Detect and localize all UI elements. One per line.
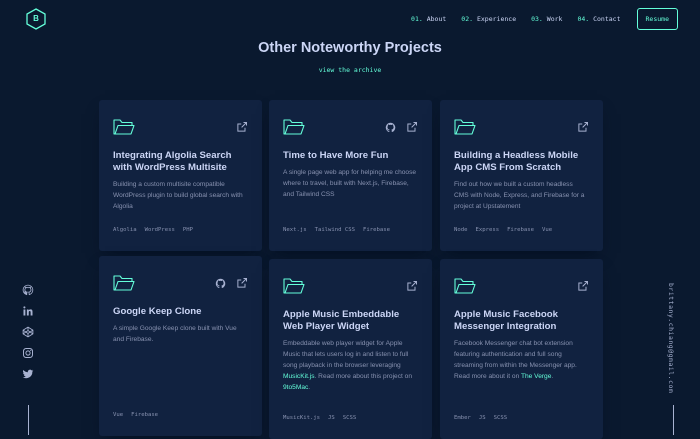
nav-contact[interactable]: 04. Contact — [577, 15, 620, 23]
tech-list: Node Express Firebase Vue — [454, 227, 552, 233]
tech-list: Algolia WordPress PHP — [113, 227, 193, 233]
external-link-icon[interactable] — [577, 121, 589, 133]
project-title[interactable]: Time to Have More Fun — [283, 150, 418, 162]
desc-text: Building a custom multisite compatible W… — [113, 181, 243, 210]
project-description: Facebook Messenger chat bot extension fe… — [454, 338, 589, 382]
project-card[interactable]: Apple Music Embeddable Web Player Widget… — [269, 259, 432, 439]
desc-text: A single page web app for helping me cho… — [283, 169, 417, 198]
left-vertical-line — [28, 405, 29, 435]
tech-tag: Algolia — [113, 227, 137, 233]
tech-tag: JS — [478, 415, 486, 421]
external-link-icon[interactable] — [577, 280, 589, 292]
email-link[interactable]: brittany.chiang@gmail.com — [667, 283, 675, 393]
tech-tag: Next.js — [283, 227, 307, 233]
tech-tag: Vue — [542, 227, 553, 233]
project-title[interactable]: Apple Music Embeddable Web Player Widget — [283, 309, 418, 333]
project-title[interactable]: Google Keep Clone — [113, 306, 248, 318]
project-description: A simple Google Keep clone built with Vu… — [113, 323, 248, 345]
project-card[interactable]: Google Keep Clone A simple Google Keep c… — [99, 256, 262, 436]
tech-tag: SCSS — [342, 415, 357, 421]
desc-text: A simple Google Keep clone built with Vu… — [113, 325, 237, 343]
inline-link[interactable]: MusicKit.js — [283, 373, 315, 380]
desc-text: Embeddable web player widget for Apple M… — [283, 340, 409, 369]
inline-link[interactable]: 9to5Mac — [283, 384, 308, 391]
external-link-icon[interactable] — [406, 280, 418, 292]
desc-text: Find out how we built a custom headless … — [454, 181, 585, 210]
logo-letter: B — [33, 14, 39, 23]
section-title: Other Noteworthy Projects — [258, 40, 442, 56]
tech-tag: Firebase — [131, 412, 159, 418]
project-card[interactable]: Integrating Algolia Search with WordPres… — [99, 100, 262, 251]
tech-tag: Tailwind CSS — [314, 227, 355, 233]
external-link-icon[interactable] — [236, 277, 248, 289]
tech-list: Next.js Tailwind CSS Firebase — [283, 227, 390, 233]
instagram-icon[interactable] — [22, 347, 34, 359]
desc-text: . Read more about this project on — [314, 373, 413, 380]
resume-button[interactable]: Resume — [636, 8, 678, 30]
tech-list: Vue Firebase — [113, 412, 158, 418]
twitter-icon[interactable] — [22, 368, 34, 380]
folder-icon — [283, 278, 305, 294]
project-description: Find out how we built a custom headless … — [454, 179, 589, 212]
logo-button[interactable]: B — [26, 8, 46, 30]
tech-tag: Node — [454, 227, 468, 233]
tech-tag: MusicKit.js — [283, 415, 321, 421]
project-description: Embeddable web player widget for Apple M… — [283, 338, 418, 393]
tech-tag: JS — [328, 415, 335, 421]
linkedin-icon[interactable] — [22, 305, 34, 317]
right-vertical-line — [673, 405, 674, 435]
tech-tag: Ember — [454, 415, 471, 421]
tech-list: Ember JS SCSS — [454, 415, 507, 421]
tech-tag: PHP — [182, 227, 193, 233]
folder-icon — [113, 275, 135, 291]
tech-tag: SCSS — [493, 415, 508, 421]
project-description: A single page web app for helping me cho… — [283, 167, 418, 200]
tech-list: MusicKit.js JS SCSS — [283, 415, 356, 421]
desc-text: . — [308, 384, 311, 391]
project-card[interactable]: Apple Music Facebook Messenger Integrati… — [440, 259, 603, 439]
external-link-icon[interactable] — [406, 121, 418, 133]
project-card[interactable]: Time to Have More Fun A single page web … — [269, 100, 432, 251]
project-title[interactable]: Apple Music Facebook Messenger Integrati… — [454, 309, 589, 333]
nav-about[interactable]: 01. About — [411, 15, 446, 23]
desc-text: . — [551, 373, 554, 380]
project-title[interactable]: Integrating Algolia Search with WordPres… — [113, 150, 248, 174]
desc-text: Facebook Messenger chat bot extension fe… — [454, 340, 577, 380]
social-links — [22, 284, 34, 380]
project-title[interactable]: Building a Headless Mobile App CMS From … — [454, 150, 589, 174]
inline-link[interactable]: The Verge — [521, 373, 551, 380]
tech-tag: Vue — [113, 412, 124, 418]
tech-tag: Firebase — [363, 227, 390, 233]
folder-icon — [454, 119, 476, 135]
folder-icon — [113, 119, 135, 135]
tech-tag: WordPress — [144, 227, 175, 233]
tech-tag: Express — [475, 227, 500, 233]
external-link-icon[interactable] — [236, 121, 248, 133]
folder-icon — [454, 278, 476, 294]
tech-tag: Firebase — [507, 227, 535, 233]
project-card[interactable]: Building a Headless Mobile App CMS From … — [440, 100, 603, 251]
folder-icon — [283, 119, 305, 135]
nav-experience[interactable]: 02. Experience — [461, 15, 516, 23]
main-nav: 01. About 02. Experience 03. Work 04. Co… — [396, 8, 678, 30]
github-icon[interactable] — [22, 284, 34, 296]
github-icon[interactable] — [385, 122, 396, 133]
github-icon[interactable] — [215, 278, 226, 289]
project-description: Building a custom multisite compatible W… — [113, 179, 248, 212]
codepen-icon[interactable] — [22, 326, 34, 338]
nav-work[interactable]: 03. Work — [531, 15, 562, 23]
view-archive-link[interactable]: view the archive — [0, 66, 700, 74]
